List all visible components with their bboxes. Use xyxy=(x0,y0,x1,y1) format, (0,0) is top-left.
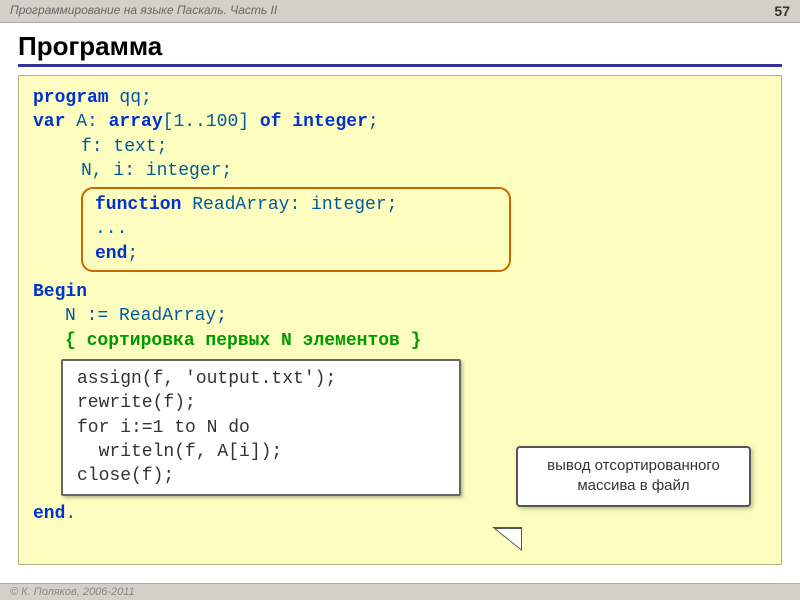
slide-body: Программа program qq; var A: array[1..10… xyxy=(0,23,800,567)
code-line: rewrite(f); xyxy=(77,391,445,415)
callout-text: массива в файл xyxy=(528,476,739,496)
code-line: program qq; xyxy=(33,86,767,110)
code-line: N := ReadArray; xyxy=(65,304,767,328)
code-line: var A: array[1..100] of integer; xyxy=(33,110,767,134)
slide-title: Программа xyxy=(18,31,782,67)
function-inset-box: function ReadArray: integer; ... end; xyxy=(81,187,511,272)
code-line: for i:=1 to N do xyxy=(77,416,445,440)
code-line: f: text; xyxy=(81,135,767,159)
code-line: close(f); xyxy=(77,464,445,488)
code-line: function ReadArray: integer; xyxy=(95,193,497,217)
code-line: assign(f, 'output.txt'); xyxy=(77,367,445,391)
output-code-box: assign(f, 'output.txt'); rewrite(f); for… xyxy=(61,359,461,496)
code-line: ... xyxy=(95,217,497,241)
code-line: N, i: integer; xyxy=(81,159,767,183)
callout-bubble: вывод отсортированного массива в файл xyxy=(516,446,751,507)
code-panel: program qq; var A: array[1..100] of inte… xyxy=(18,75,782,565)
slide-footer: © К. Поляков, 2006-2011 xyxy=(0,583,800,600)
code-comment: { сортировка первых N элементов } xyxy=(65,329,767,353)
course-title: Программирование на языке Паскаль. Часть… xyxy=(10,3,277,19)
page-number: 57 xyxy=(774,3,790,19)
code-line: writeln(f, A[i]); xyxy=(77,440,445,464)
code-line: end; xyxy=(95,242,497,266)
slide-header: Программирование на языке Паскаль. Часть… xyxy=(0,0,800,23)
callout-text: вывод отсортированного xyxy=(528,456,739,476)
copyright-text: © К. Поляков, 2006-2011 xyxy=(10,586,135,598)
code-line: Begin xyxy=(33,280,767,304)
